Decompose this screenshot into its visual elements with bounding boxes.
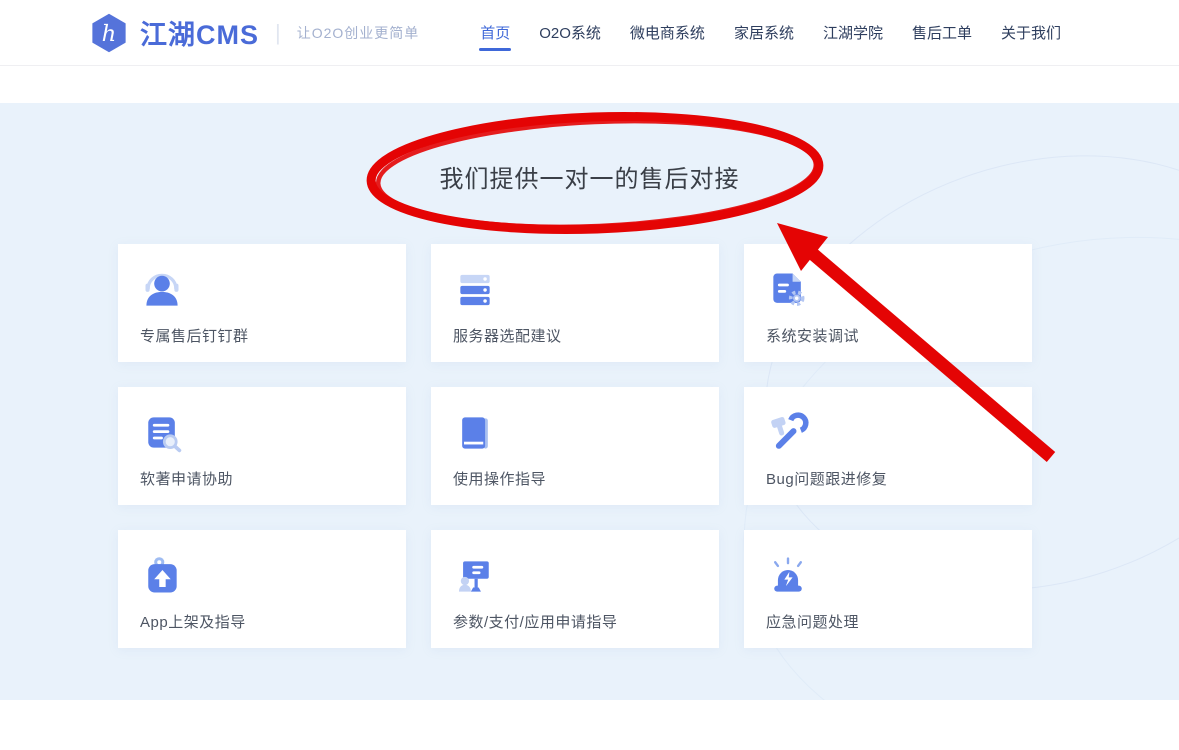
section-title: 我们提供一对一的售后对接 xyxy=(0,159,1179,194)
card-label: Bug问题跟进修复 xyxy=(766,468,887,489)
card-label: 专属售后钉钉群 xyxy=(140,325,249,346)
card-label: 软著申请协助 xyxy=(140,468,233,489)
card-label: App上架及指导 xyxy=(140,611,246,632)
card-dingtalk-group[interactable]: 专属售后钉钉群 xyxy=(118,244,406,362)
card-label: 系统安装调试 xyxy=(766,325,859,346)
presentation-icon xyxy=(453,554,497,598)
svg-text:h: h xyxy=(102,20,117,46)
tools-icon xyxy=(766,411,810,455)
card-params-payment-guide[interactable]: 参数/支付/应用申请指导 xyxy=(431,530,719,648)
card-emergency-handling[interactable]: 应急问题处理 xyxy=(744,530,1032,648)
book-icon xyxy=(453,411,497,455)
card-server-advice[interactable]: 服务器选配建议 xyxy=(431,244,719,362)
upload-icon xyxy=(140,554,184,598)
nav-item-about-us[interactable]: 关于我们 xyxy=(999,12,1063,53)
document-search-icon xyxy=(140,411,184,455)
main-nav: 首页 O2O系统 微电商系统 家居系统 江湖学院 售后工单 关于我们 xyxy=(478,12,1063,53)
card-bug-fix[interactable]: Bug问题跟进修复 xyxy=(744,387,1032,505)
card-label: 参数/支付/应用申请指导 xyxy=(453,611,617,632)
server-icon xyxy=(453,268,497,312)
alarm-icon xyxy=(766,554,810,598)
aftersale-section: 我们提供一对一的售后对接 专属售后钉钉群 xyxy=(0,103,1179,700)
nav-item-micro-ecommerce[interactable]: 微电商系统 xyxy=(628,12,707,53)
card-label: 使用操作指导 xyxy=(453,468,546,489)
site-logo[interactable]: h 江湖CMS | 让O2O创业更简单 xyxy=(88,12,419,54)
logo-divider: | xyxy=(275,20,281,46)
logo-tagline: 让O2O创业更简单 xyxy=(297,23,420,43)
nav-item-home[interactable]: 首页 xyxy=(478,12,512,53)
card-label: 应急问题处理 xyxy=(766,611,859,632)
nav-item-o2o-system[interactable]: O2O系统 xyxy=(537,12,603,53)
hexagon-logo-icon: h xyxy=(88,12,130,54)
card-label: 服务器选配建议 xyxy=(453,325,562,346)
top-navbar: h 江湖CMS | 让O2O创业更简单 首页 O2O系统 微电商系统 家居系统 … xyxy=(0,0,1179,66)
logo-text: 江湖CMS xyxy=(140,13,259,52)
card-system-install[interactable]: 系统安装调试 xyxy=(744,244,1032,362)
nav-item-academy[interactable]: 江湖学院 xyxy=(821,12,885,53)
nav-item-home-furnishing[interactable]: 家居系统 xyxy=(732,12,796,53)
card-software-copyright[interactable]: 软著申请协助 xyxy=(118,387,406,505)
page: h 江湖CMS | 让O2O创业更简单 首页 O2O系统 微电商系统 家居系统 … xyxy=(0,0,1179,750)
document-gear-icon xyxy=(766,268,810,312)
service-card-grid: 专属售后钉钉群 服务器选配建议 xyxy=(118,244,1032,648)
card-usage-guide[interactable]: 使用操作指导 xyxy=(431,387,719,505)
customer-service-icon xyxy=(140,268,184,312)
nav-item-aftersale-ticket[interactable]: 售后工单 xyxy=(910,12,974,53)
card-app-launch[interactable]: App上架及指导 xyxy=(118,530,406,648)
